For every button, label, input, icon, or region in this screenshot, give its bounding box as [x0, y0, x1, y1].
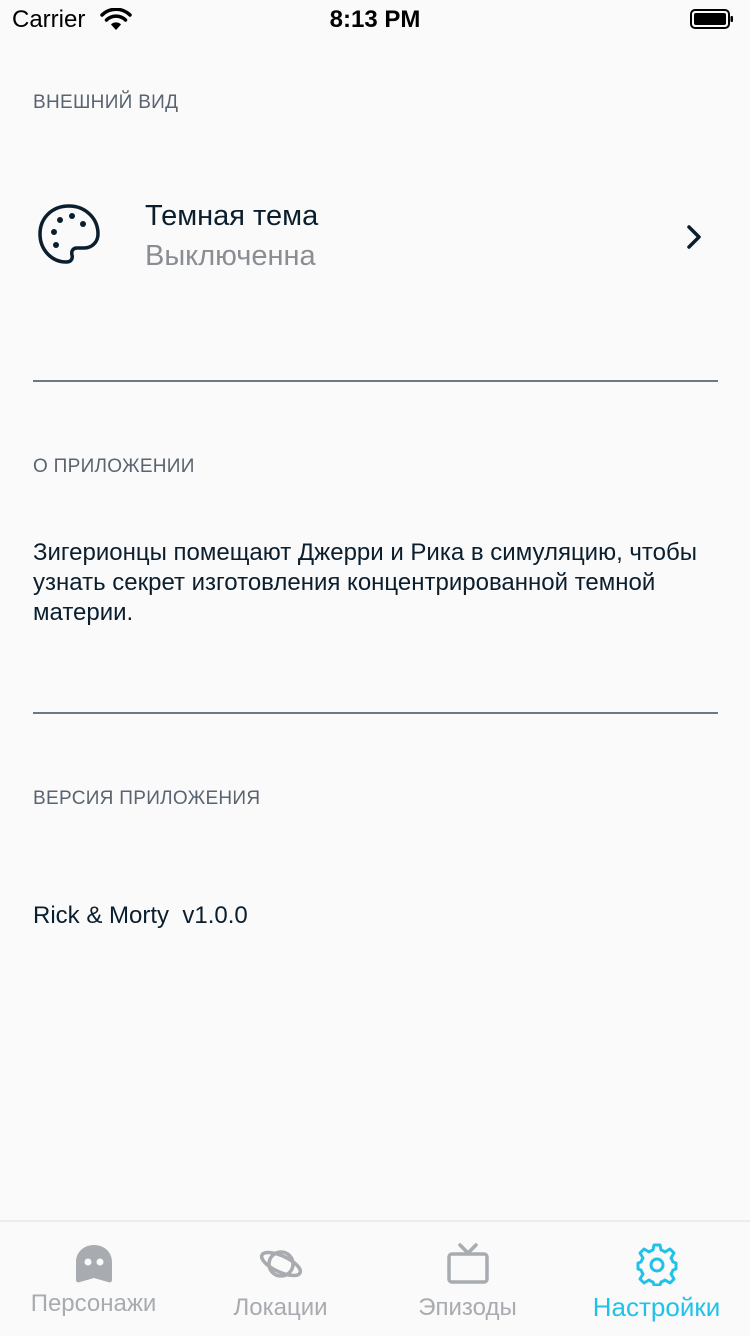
- ghost-icon: [75, 1245, 112, 1283]
- dark-theme-title: Темная тема: [145, 200, 319, 232]
- palette-icon: [38, 204, 100, 264]
- about-section-header: О ПРИЛОЖЕНИИ: [33, 456, 195, 477]
- appearance-section-header: ВНЕШНИЙ ВИД: [33, 92, 179, 113]
- tab-label: Настройки: [592, 1292, 721, 1322]
- divider: [33, 712, 718, 714]
- tab-episodes[interactable]: Эпизоды: [374, 1222, 561, 1336]
- tab-bar: Персонажи Локации Эпизоды Настройки: [0, 1220, 750, 1336]
- gear-icon: [636, 1243, 677, 1286]
- dark-theme-row[interactable]: Темная тема Выключенна: [0, 180, 750, 290]
- divider: [33, 380, 718, 382]
- app-version: Rick & Morty v1.0.0: [33, 902, 248, 929]
- about-description: Зигерионцы помещают Джерри и Рика в симу…: [33, 539, 697, 626]
- battery-icon: [690, 9, 733, 29]
- tv-icon: [446, 1243, 489, 1284]
- tab-label: Эпизоды: [418, 1294, 517, 1321]
- status-bar: Carrier 8:13 PM: [0, 0, 750, 40]
- planet-icon: [259, 1250, 302, 1278]
- version-section-header: ВЕРСИЯ ПРИЛОЖЕНИЯ: [33, 788, 261, 809]
- chevron-right-icon: [687, 225, 701, 249]
- tab-settings[interactable]: Настройки: [563, 1222, 750, 1336]
- clock: 8:13 PM: [329, 6, 421, 33]
- tab-label: Персонажи: [30, 1290, 157, 1317]
- dark-theme-status: Выключенна: [145, 240, 316, 272]
- tab-characters[interactable]: Персонажи: [0, 1222, 187, 1336]
- tab-locations[interactable]: Локации: [187, 1222, 374, 1336]
- tab-label: Локации: [233, 1294, 328, 1321]
